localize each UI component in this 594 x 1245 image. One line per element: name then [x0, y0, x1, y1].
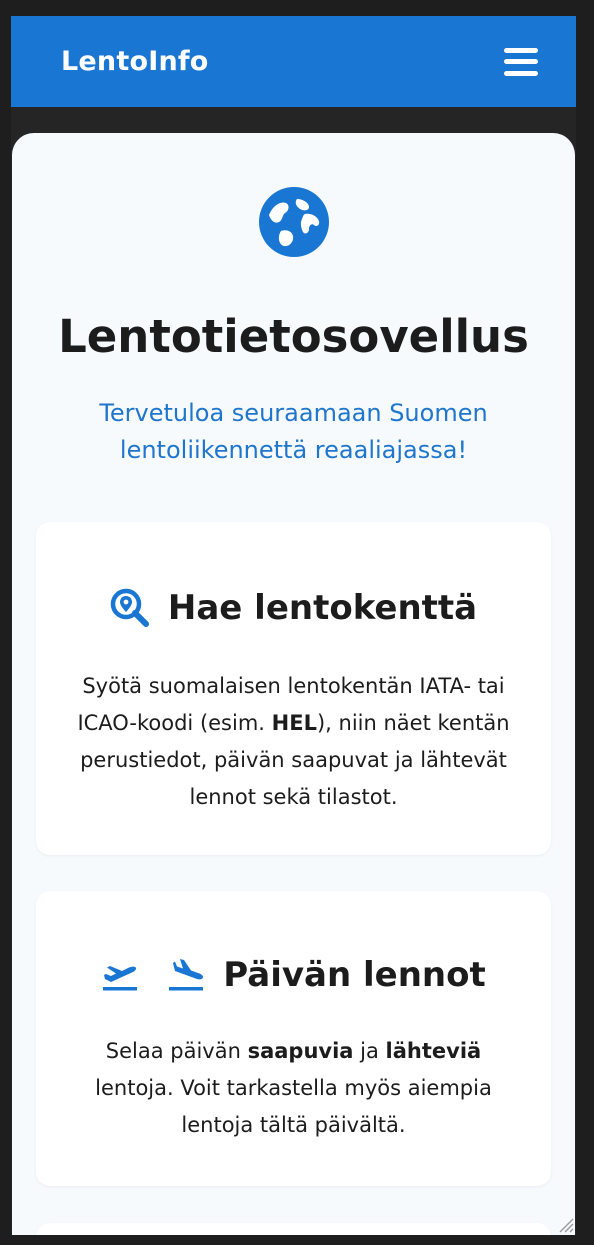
resize-grip-icon[interactable] [554, 1213, 574, 1233]
airport-code-example: HEL [271, 711, 317, 735]
menu-bar [504, 47, 538, 53]
next-card [36, 1223, 551, 1235]
menu-bar [504, 70, 538, 76]
daily-flights-card: Päivän lennot Selaa päivän saapuvia ja l… [36, 891, 551, 1186]
card-description: Syötä suomalaisen lentokentän IATA- tai … [72, 668, 515, 816]
card-text-part: ja [353, 1039, 386, 1063]
flight-icons [101, 959, 205, 991]
card-title: Hae lentokenttä [167, 588, 478, 628]
card-description: Selaa päivän saapuvia ja lähteviä lentoj… [72, 1033, 515, 1144]
search-location-icon [110, 588, 149, 627]
page-title: Lentotietosovellus [58, 310, 529, 363]
card-text-part: Selaa päivän [105, 1039, 248, 1063]
departures-keyword: lähteviä [385, 1039, 482, 1063]
globe-icon [259, 187, 329, 257]
search-airport-card: Hae lentokenttä Syötä suomalaisen lentok… [36, 522, 551, 855]
plane-departure-icon [103, 966, 138, 991]
hamburger-menu-icon[interactable] [504, 47, 538, 76]
navbar: LentoInfo [11, 16, 576, 107]
card-title: Päivän lennot [223, 955, 486, 995]
card-header: Hae lentokenttä [36, 584, 551, 632]
card-text-part: lentoja. Voit tarkastella myös aiempia l… [95, 1076, 492, 1137]
card-header: Päivän lennot [36, 951, 551, 999]
arrivals-keyword: saapuvia [247, 1039, 354, 1063]
app-frame: LentoInfo Lentotietosovellus Tervetuloa … [11, 16, 576, 1235]
brand-logo[interactable]: LentoInfo [61, 46, 209, 77]
plane-arrival-icon [169, 959, 204, 991]
menu-bar [504, 59, 538, 64]
page-subtitle: Tervetuloa seuraamaan Suomen lentoliiken… [99, 399, 488, 464]
main-content: Lentotietosovellus Tervetuloa seuraamaan… [12, 133, 575, 1235]
